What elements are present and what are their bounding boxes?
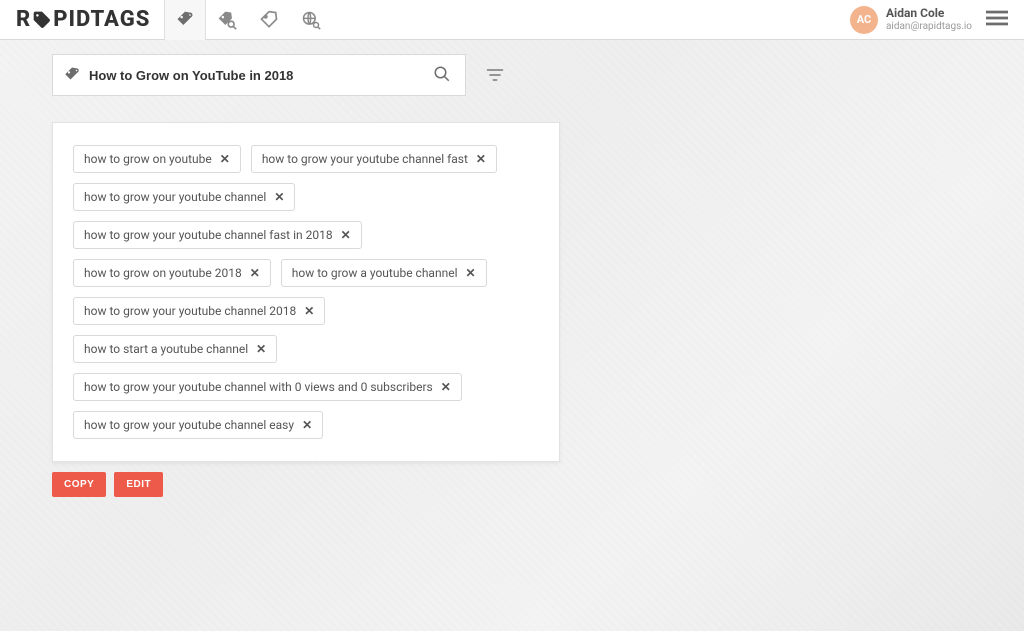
tags-card: how to grow on youtube✕how to grow your … [52,122,560,462]
nav-tab-search[interactable] [206,0,248,39]
tag-icon [32,10,52,30]
tag-pill[interactable]: how to grow your youtube channel ✕ [73,183,295,211]
nav-tab-globe[interactable] [290,0,332,39]
filter-icon [485,65,505,85]
close-icon[interactable]: ✕ [466,266,476,280]
menu-button[interactable] [982,3,1012,37]
tag-pill[interactable]: how to grow on youtube ✕ [73,145,241,173]
action-buttons: COPY EDIT [52,472,560,497]
tag-label: how to grow on youtube [84,152,212,166]
topbar: R PIDTAGS AC Aidan Cole aidan@rapidtags.… [0,0,1024,40]
tags-gear-icon [175,10,195,30]
main-content: how to grow on youtube✕how to grow your … [0,40,560,497]
tag-pill[interactable]: how to grow your youtube channel 2018 ✕ [73,297,325,325]
tag-label: how to grow your youtube channel easy [84,418,294,432]
tag-label: how to grow your youtube channel fast in… [84,228,333,242]
tag-search-icon [217,10,237,30]
edit-button[interactable]: EDIT [114,472,163,497]
copy-button[interactable]: COPY [52,472,106,497]
close-icon[interactable]: ✕ [441,380,451,394]
close-icon[interactable]: ✕ [341,228,351,242]
tag-label: how to grow your youtube channel with 0 … [84,380,433,394]
avatar-initials: AC [857,13,872,26]
tag-pill[interactable]: how to grow a youtube channel ✕ [281,259,487,287]
tags-gear-icon [63,66,81,84]
close-icon[interactable]: ✕ [302,418,312,432]
tag-outline-icon [259,10,279,30]
tag-pill[interactable]: how to start a youtube channel ✕ [73,335,277,363]
tag-label: how to grow your youtube channel 2018 [84,304,296,318]
user-text: Aidan Cole aidan@rapidtags.io [886,7,972,31]
user-email: aidan@rapidtags.io [886,21,972,32]
user-name: Aidan Cole [886,7,972,20]
nav-tab-tag[interactable] [248,0,290,39]
hamburger-icon [986,7,1008,29]
close-icon[interactable]: ✕ [304,304,314,318]
tag-pill[interactable]: how to grow your youtube channel easy ✕ [73,411,323,439]
close-icon[interactable]: ✕ [274,190,284,204]
tag-pill[interactable]: how to grow your youtube channel fast in… [73,221,362,249]
avatar: AC [850,6,878,34]
search-icon [433,65,451,83]
close-icon[interactable]: ✕ [250,266,260,280]
tag-label: how to grow a youtube channel [292,266,458,280]
search-row [52,54,560,96]
close-icon[interactable]: ✕ [476,152,486,166]
brand-prefix: R [16,7,31,32]
tag-label: how to grow your youtube channel fast [262,152,468,166]
nav-tabs [164,0,332,39]
close-icon[interactable]: ✕ [256,342,266,356]
tag-label: how to grow your youtube channel [84,190,266,204]
search-button[interactable] [429,61,455,90]
tag-pill[interactable]: how to grow your youtube channel with 0 … [73,373,462,401]
user-block[interactable]: AC Aidan Cole aidan@rapidtags.io [850,6,972,34]
tag-label: how to grow on youtube 2018 [84,266,242,280]
search-input[interactable] [89,68,429,83]
filter-button[interactable] [480,60,510,90]
brand-suffix: PIDTAGS [53,7,150,32]
tag-label: how to start a youtube channel [84,342,248,356]
tag-pill[interactable]: how to grow your youtube channel fast ✕ [251,145,497,173]
globe-search-icon [301,10,321,30]
search-box[interactable] [52,54,466,96]
close-icon[interactable]: ✕ [220,152,230,166]
tag-pill[interactable]: how to grow on youtube 2018 ✕ [73,259,271,287]
nav-tab-generator[interactable] [164,0,206,39]
brand-logo[interactable]: R PIDTAGS [16,7,150,32]
